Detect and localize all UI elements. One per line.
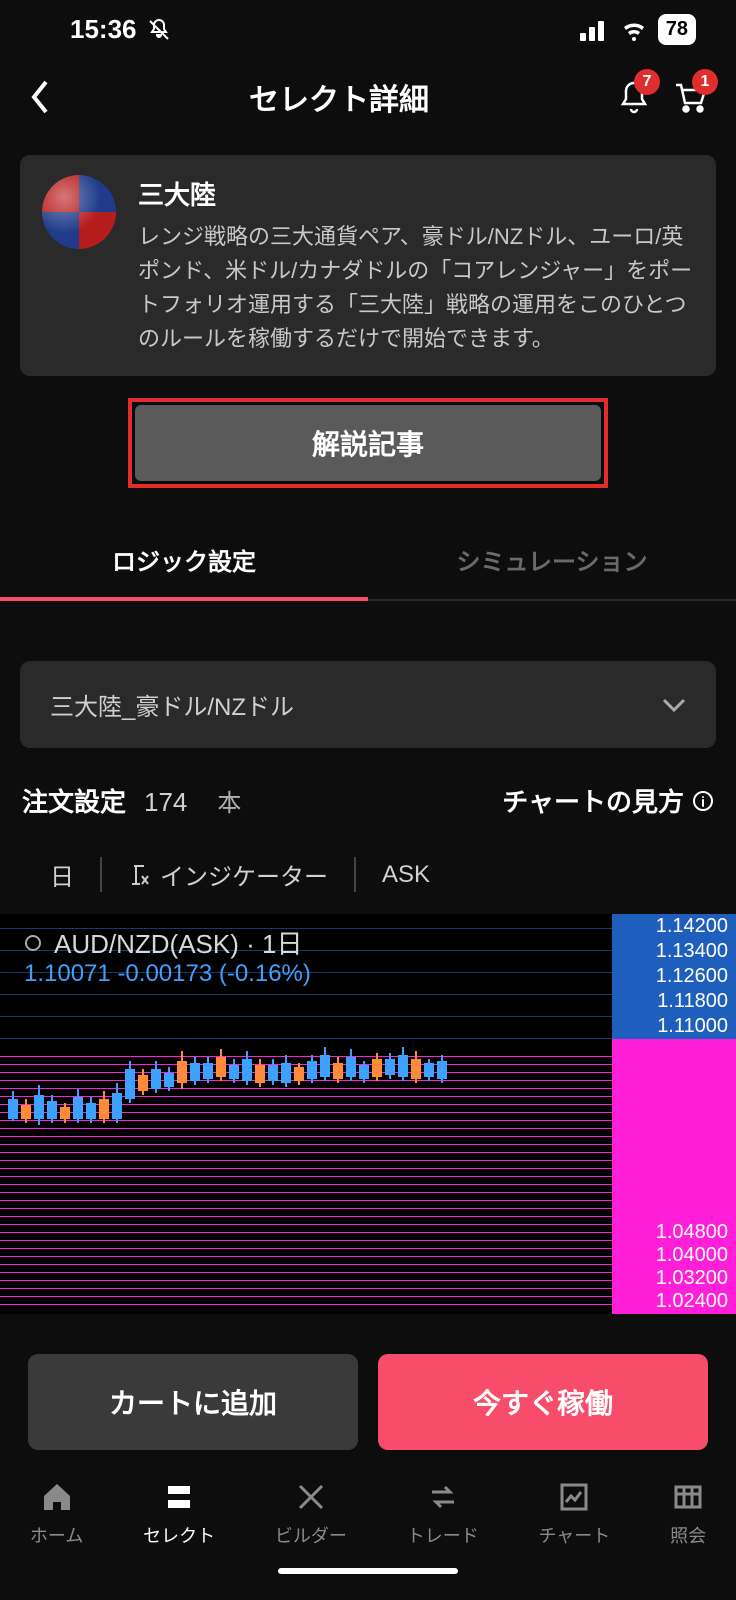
fx-icon [128,862,150,888]
run-now-button[interactable]: 今すぐ稼働 [378,1354,708,1450]
notifications-badge: 7 [634,69,660,95]
status-time: 15:36 [70,14,137,45]
tab-logic[interactable]: ロジック設定 [0,520,368,599]
nav-select[interactable]: セレクト [143,1480,215,1548]
back-button[interactable] [20,80,60,114]
nav-chart[interactable]: チャート [538,1480,610,1548]
home-icon [40,1480,74,1514]
signal-icon [580,19,610,41]
tabs: ロジック設定 シミュレーション [0,520,736,601]
battery-level: 78 [658,14,696,45]
cart-badge: 1 [692,69,718,95]
order-settings-label: 注文設定 [22,782,126,819]
trade-icon [426,1480,460,1514]
strategy-title: 三大陸 [138,175,694,212]
price-type-button[interactable]: ASK [356,861,456,889]
info-icon [692,790,714,812]
price-axis: 1.14200 1.13400 1.12600 1.11800 1.11000 … [612,914,736,1314]
action-buttons: カートに追加 今すぐ稼働 [0,1314,736,1464]
chart-change: -0.00173 [117,960,212,987]
timeframe-button[interactable]: 日 [24,857,102,892]
nav-home[interactable]: ホーム [30,1480,83,1548]
pair-dropdown-value: 三大陸_豪ドル/NZドル [50,687,294,722]
notifications-button[interactable]: 7 [618,79,650,115]
pair-dropdown[interactable]: 三大陸_豪ドル/NZドル [20,661,716,748]
status-bar: 15:36 78 [0,0,736,55]
order-settings-unit: 本 [217,783,241,818]
chart-help-label: チャートの見方 [502,782,684,819]
inquiry-icon [671,1480,705,1514]
chart-pair-label: AUD/NZD(ASK) · 1日 [54,924,302,961]
nav-inquiry[interactable]: 照会 [670,1480,706,1548]
indicator-button[interactable]: インジケーター [102,857,356,892]
chevron-left-icon [30,80,50,114]
tab-simulation[interactable]: シミュレーション [368,520,736,599]
explanation-highlight: 解説記事 [128,398,608,488]
strategy-card: 三大陸 レンジ戦略の三大通貨ペア、豪ドル/NZドル、ユーロ/英ポンド、米ドル/カ… [20,155,716,376]
chart-icon [557,1480,591,1514]
candlesticks [0,1019,612,1119]
order-settings-count: 174 [144,787,187,818]
nav-trade[interactable]: トレード [407,1480,479,1548]
builder-icon [294,1480,328,1514]
explanation-article-button[interactable]: 解説記事 [135,405,601,481]
page-title: セレクト詳細 [60,75,618,119]
add-to-cart-button[interactable]: カートに追加 [28,1354,358,1450]
header: セレクト詳細 7 1 [0,55,736,139]
chart-help-link[interactable]: チャートの見方 [502,782,714,819]
select-icon [162,1480,196,1514]
mute-icon [147,18,171,42]
chevron-down-icon [662,698,686,712]
wifi-icon [620,19,648,41]
order-settings-row: 注文設定 174 本 チャートの見方 [0,770,736,841]
cart-button[interactable]: 1 [672,79,708,115]
circle-icon [24,934,42,952]
chart-toolbar: 日 インジケーター ASK [0,841,736,908]
chart-pct: (-0.16%) [219,960,311,987]
price-chart[interactable]: AUD/NZD(ASK) · 1日 1.10071 -0.00173 (-0.1… [0,914,736,1314]
chart-price: 1.10071 [24,960,111,987]
home-indicator[interactable] [278,1568,458,1574]
strategy-description: レンジ戦略の三大通貨ペア、豪ドル/NZドル、ユーロ/英ポンド、米ドル/カナダドル… [138,220,694,356]
strategy-icon [42,175,116,249]
bottom-nav: ホーム セレクト ビルダー トレード チャート 照会 [0,1464,736,1558]
nav-builder[interactable]: ビルダー [275,1480,347,1548]
